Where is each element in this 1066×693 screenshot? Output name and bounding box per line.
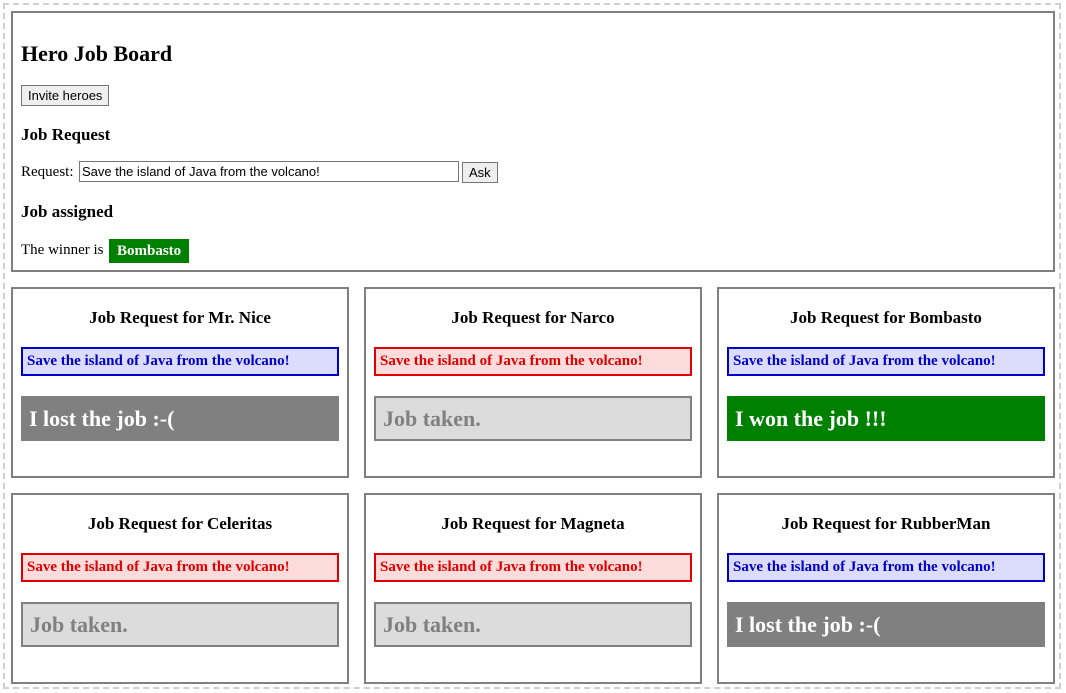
job-status: I won the job !!!	[727, 396, 1045, 441]
request-box: Save the island of Java from the volcano…	[374, 347, 692, 376]
winner-label: The winner is	[21, 242, 104, 258]
card-title: Job Request for Mr. Nice	[89, 308, 271, 327]
hero-card-celeritas: Job Request for Celeritas Save the islan…	[11, 493, 349, 684]
card-title: Job Request for Celeritas	[87, 514, 273, 533]
hero-card-magneta: Job Request for Magneta Save the island …	[364, 493, 702, 684]
job-board-panel: Hero Job Board Invite heroes Job Request…	[11, 11, 1055, 272]
request-box: Save the island of Java from the volcano…	[374, 553, 692, 582]
hero-card-mr-nice: Job Request for Mr. Nice Save the island…	[11, 287, 349, 478]
request-input[interactable]	[79, 161, 459, 182]
request-box: Save the island of Java from the volcano…	[21, 347, 339, 376]
job-assigned-heading: Job assigned	[21, 202, 114, 221]
job-status: I lost the job :-(	[21, 396, 339, 441]
request-box: Save the island of Java from the volcano…	[727, 553, 1045, 582]
request-box: Save the island of Java from the volcano…	[21, 553, 339, 582]
job-status: Job taken.	[21, 602, 339, 647]
job-status: Job taken.	[374, 396, 692, 441]
card-title: Job Request for Bombasto	[790, 308, 982, 327]
hero-card-rubberman: Job Request for RubberMan Save the islan…	[717, 493, 1055, 684]
request-label: Request:	[21, 164, 74, 180]
winner-badge: Bombasto	[109, 239, 190, 263]
request-box: Save the island of Java from the volcano…	[727, 347, 1045, 376]
job-request-heading: Job Request	[21, 125, 111, 144]
card-title: Job Request for Magneta	[441, 514, 625, 533]
invite-heroes-button[interactable]: Invite heroes	[21, 85, 110, 106]
card-title: Job Request for RubberMan	[781, 514, 991, 533]
page-title: Hero Job Board	[21, 41, 173, 66]
hero-card-narco: Job Request for Narco Save the island of…	[364, 287, 702, 478]
hero-card-bombasto: Job Request for Bombasto Save the island…	[717, 287, 1055, 478]
card-title: Job Request for Narco	[451, 308, 615, 327]
ask-button[interactable]: Ask	[462, 162, 498, 183]
job-status: Job taken.	[374, 602, 692, 647]
job-status: I lost the job :-(	[727, 602, 1045, 647]
